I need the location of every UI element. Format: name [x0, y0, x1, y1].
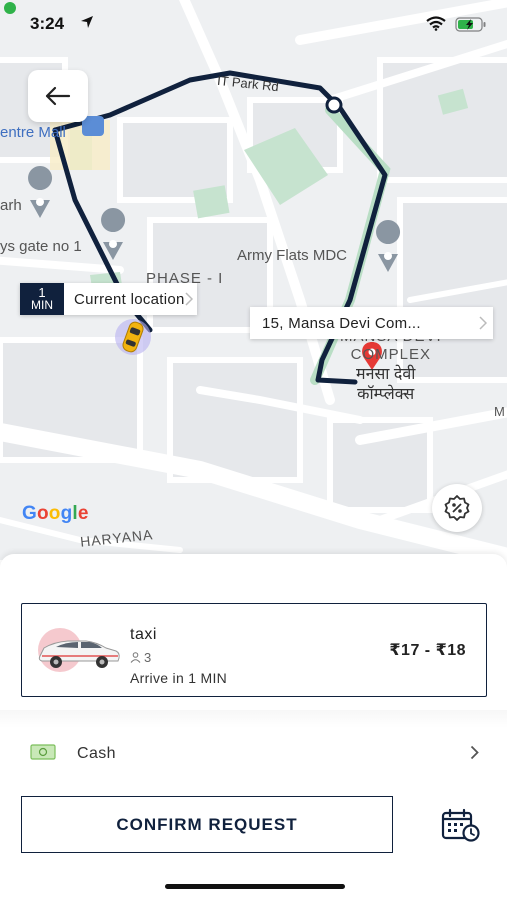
map-label-m: M: [494, 404, 505, 419]
chevron-right-icon: [470, 745, 479, 760]
section-divider: [0, 710, 507, 728]
chevron-right-icon: [479, 316, 487, 330]
eta-box: 1 MIN: [20, 283, 64, 315]
ride-option-card[interactable]: taxi 3 Arrive in 1 MIN ₹17 - ₹18: [21, 603, 487, 697]
destination-bubble[interactable]: 15, Mansa Devi Com...: [250, 307, 493, 339]
eta-unit: MIN: [31, 298, 53, 312]
ride-arrival: Arrive in 1 MIN: [130, 670, 228, 686]
taxi-car-icon: [38, 628, 120, 672]
confirm-request-button[interactable]: CONFIRM REQUEST: [21, 796, 393, 853]
home-indicator: [165, 884, 345, 889]
recording-indicator: [4, 2, 16, 14]
ride-name: taxi: [130, 626, 157, 643]
payment-method-row[interactable]: Cash: [0, 730, 507, 776]
map-label-mansa-devi-hindi: मनसा देवी कॉम्प्लेक्स: [356, 366, 416, 403]
current-location-bubble[interactable]: 1 MIN Current location: [20, 283, 197, 315]
current-location-label: Current location: [74, 290, 185, 308]
schedule-ride-button[interactable]: [440, 808, 480, 842]
calendar-clock-icon: [441, 808, 480, 842]
person-icon: [130, 652, 141, 663]
ride-seats: 3: [130, 650, 151, 665]
map-label-army-flats: Army Flats MDC: [237, 247, 347, 264]
wifi-icon: [426, 16, 446, 31]
back-button[interactable]: [28, 70, 88, 122]
destination-label: 15, Mansa Devi Com...: [262, 314, 421, 332]
percent-badge-icon: [444, 495, 470, 521]
location-arrow-icon: [81, 16, 93, 28]
battery-icon: [455, 17, 486, 32]
status-time: 3:24: [30, 14, 65, 33]
seat-count: 3: [144, 650, 152, 665]
map-label-gate: ys gate no 1: [0, 238, 82, 255]
payment-method-label: Cash: [77, 745, 116, 762]
ride-price: ₹17 - ₹18: [389, 642, 466, 659]
map-label-centre-mall: entre Mall: [0, 124, 66, 141]
map-label-arh: arh: [0, 197, 22, 214]
status-bar: 3:24: [0, 0, 507, 48]
arrow-left-icon: [45, 86, 71, 106]
cash-icon: [30, 744, 56, 760]
google-logo: Google: [22, 503, 89, 524]
promo-button[interactable]: [432, 484, 482, 532]
chevron-right-icon: [185, 292, 193, 306]
